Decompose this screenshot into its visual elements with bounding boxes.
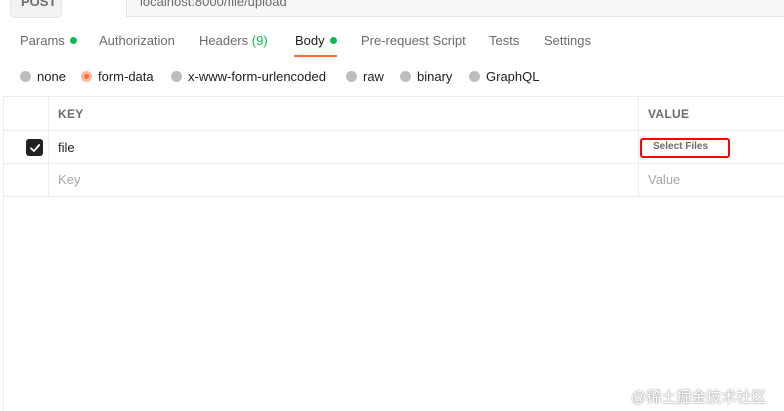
panel-left-edge xyxy=(3,96,4,411)
tab-settings[interactable]: Settings xyxy=(544,33,591,48)
row-key-text[interactable]: file xyxy=(58,140,75,155)
tab-params[interactable]: Params xyxy=(20,33,77,48)
select-files-label: Select Files xyxy=(653,141,709,152)
radio-none[interactable]: none xyxy=(20,69,66,84)
params-indicator-dot xyxy=(69,37,77,44)
radio-form-data-label: form-data xyxy=(98,69,154,84)
column-divider-value xyxy=(638,96,639,196)
select-files-button[interactable]: Select Files xyxy=(640,138,730,158)
radio-binary-label: binary xyxy=(417,69,453,84)
radio-graphql[interactable]: GraphQL xyxy=(469,69,539,84)
tab-pre-request-script-label: Pre-request Script xyxy=(361,33,466,48)
table-top-border xyxy=(3,96,784,97)
radio-circle-icon xyxy=(171,71,182,82)
row-divider xyxy=(3,163,784,164)
header-bottom-border xyxy=(3,130,784,131)
radio-urlencoded-label: x-www-form-urlencoded xyxy=(188,69,326,84)
tab-pre-request-script[interactable]: Pre-request Script xyxy=(361,33,466,48)
key-column-header: KEY xyxy=(58,107,84,121)
radio-graphql-label: GraphQL xyxy=(486,69,540,84)
tab-settings-label: Settings xyxy=(544,33,591,48)
body-indicator-dot xyxy=(329,37,337,44)
tab-authorization-label: Authorization xyxy=(99,33,175,48)
tab-tests-label: Tests xyxy=(489,33,520,48)
tab-params-label: Params xyxy=(20,33,65,48)
radio-none-label: none xyxy=(37,69,66,84)
radio-raw-label: raw xyxy=(363,69,384,84)
new-value-input[interactable]: Value xyxy=(648,172,680,187)
new-key-input[interactable]: Key xyxy=(58,172,80,187)
value-column-header: VALUE xyxy=(648,107,690,121)
tab-body-label: Body xyxy=(295,33,325,48)
radio-circle-icon xyxy=(346,71,357,82)
radio-x-www-form-urlencoded[interactable]: x-www-form-urlencoded xyxy=(171,69,326,84)
tab-headers[interactable]: Headers (9) xyxy=(199,33,268,48)
table-bottom-border xyxy=(3,196,784,197)
method-label: POST xyxy=(21,0,57,9)
tab-tests[interactable]: Tests xyxy=(489,33,519,48)
row-enabled-checkbox[interactable] xyxy=(26,139,43,156)
url-text: localhost:8000/file/upload xyxy=(140,0,287,9)
column-divider-key xyxy=(48,96,49,196)
active-tab-underline xyxy=(294,55,337,57)
radio-selected-icon xyxy=(81,71,92,82)
headers-count: (9) xyxy=(251,33,268,48)
radio-circle-icon xyxy=(20,71,31,82)
tab-headers-label: Headers xyxy=(199,33,249,48)
radio-form-data[interactable]: form-data xyxy=(81,69,154,84)
checkmark-icon xyxy=(29,143,40,152)
watermark: @稀土掘金技术社区 xyxy=(631,389,767,406)
tab-authorization[interactable]: Authorization xyxy=(99,33,175,48)
radio-binary[interactable]: binary xyxy=(400,69,452,84)
radio-circle-icon xyxy=(469,71,480,82)
tab-body[interactable]: Body xyxy=(295,33,337,48)
radio-circle-icon xyxy=(400,71,411,82)
radio-raw[interactable]: raw xyxy=(346,69,384,84)
